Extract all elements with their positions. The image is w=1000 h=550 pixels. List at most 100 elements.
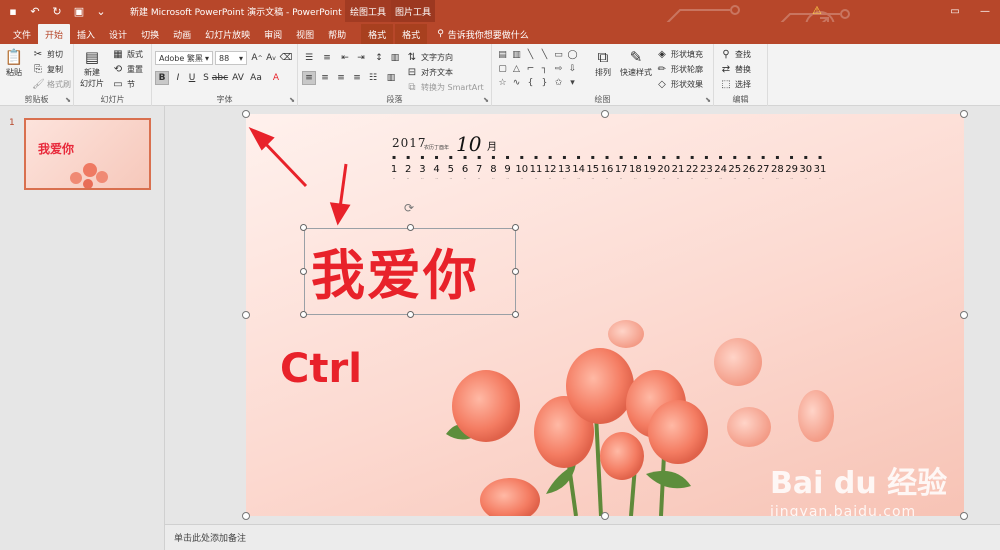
italic-icon[interactable]: I <box>171 71 185 85</box>
quick-styles-button[interactable]: ✎ 快速样式 <box>620 47 652 78</box>
underline-icon[interactable]: U <box>185 71 199 85</box>
rotate-handle-icon[interactable]: ⟳ <box>404 201 414 215</box>
paragraph-launcher-icon[interactable]: ⬊ <box>483 96 489 104</box>
arrange-button[interactable]: ⧉ 排列 <box>592 47 614 78</box>
tab-drawing-format[interactable]: 格式 <box>361 24 394 44</box>
distributed-icon[interactable]: ☷ <box>366 71 380 85</box>
shrink-font-icon[interactable]: Av <box>264 51 278 65</box>
tab-picture-format[interactable]: 格式 <box>395 24 428 44</box>
paste-button[interactable]: 📋 粘贴 <box>3 47 25 78</box>
clear-formatting-icon[interactable]: ⌫ <box>279 51 293 65</box>
textbox-handle[interactable] <box>512 311 519 318</box>
more-shapes-icon[interactable]: ▾ <box>566 76 579 89</box>
brace-shape-icon[interactable]: { <box>524 76 537 89</box>
format-painter-button[interactable]: 🖌 格式刷 <box>32 77 71 91</box>
increase-indent-icon[interactable]: ⇥ <box>354 51 368 65</box>
star-shape-icon[interactable]: ☆ <box>496 76 509 89</box>
picture-handle[interactable] <box>960 110 968 118</box>
slide-thumbnail-1[interactable]: 我爱你 <box>24 118 151 190</box>
tab-view[interactable]: 视图 <box>289 24 321 44</box>
font-name-combo[interactable]: Adobe 繁黑 ▾ <box>155 51 213 65</box>
align-center-icon[interactable]: ≡ <box>318 71 332 85</box>
para-columns-icon[interactable]: ▥ <box>384 71 398 85</box>
selected-textbox[interactable]: 我爱你 <box>304 228 516 315</box>
line-spacing-icon[interactable]: ↕ <box>372 51 386 65</box>
tab-design[interactable]: 设计 <box>102 24 134 44</box>
curve-shape-icon[interactable]: ∿ <box>510 76 523 89</box>
tell-me-box[interactable]: ⚲ 告诉我你想要做什么 <box>437 24 529 44</box>
picture-handle[interactable] <box>601 110 609 118</box>
font-color-icon[interactable]: A <box>269 71 283 85</box>
textbox-handle[interactable] <box>407 224 414 231</box>
copy-button[interactable]: ⎘ 复制 <box>32 62 63 76</box>
line-shape-icon[interactable]: ╲ <box>524 48 537 61</box>
slide-title-text[interactable]: 我爱你 <box>311 231 479 310</box>
bold-icon[interactable]: B <box>155 71 169 85</box>
shape-outline-button[interactable]: ✏ 形状轮廓 <box>656 62 703 76</box>
shapes-gallery[interactable]: ▤ ▥ ╲ ╲ ▭ ◯ ▢ △ ⌐ ┐ ⇨ ⇩ ☆ ∿ { } ✩ ▾ <box>496 48 578 88</box>
picture-handle[interactable] <box>960 512 968 520</box>
decrease-indent-icon[interactable]: ⇤ <box>338 51 352 65</box>
textbox-handle[interactable] <box>512 224 519 231</box>
reset-button[interactable]: ⟲ 重置 <box>112 62 143 76</box>
font-launcher-icon[interactable]: ⬊ <box>289 96 295 104</box>
brace2-shape-icon[interactable]: } <box>538 76 551 89</box>
tab-insert[interactable]: 插入 <box>70 24 102 44</box>
align-right-icon[interactable]: ≡ <box>334 71 348 85</box>
justify-icon[interactable]: ≡ <box>350 71 364 85</box>
shape-fill-button[interactable]: ◈ 形状填充 <box>656 47 703 61</box>
shape-effects-button[interactable]: ◇ 形状效果 <box>656 77 703 91</box>
picture-handle[interactable] <box>960 311 968 319</box>
select-button[interactable]: ⬚ 选择 <box>720 77 751 91</box>
bullets-icon[interactable]: ☰ <box>302 51 316 65</box>
line2-shape-icon[interactable]: ╲ <box>538 48 551 61</box>
shadow-icon[interactable]: S <box>199 71 213 85</box>
rounded-rect-shape-icon[interactable]: ▢ <box>496 62 509 75</box>
change-case-icon[interactable]: Aa <box>249 71 263 85</box>
save-icon[interactable]: ▪ <box>6 4 20 18</box>
picture-handle[interactable] <box>601 512 609 520</box>
picture-handle[interactable] <box>242 311 250 319</box>
minimize-icon[interactable]: — <box>970 0 1000 22</box>
replace-button[interactable]: ⇄ 替换 <box>720 62 751 76</box>
numbering-icon[interactable]: ≡ <box>320 51 334 65</box>
tab-transitions[interactable]: 切换 <box>134 24 166 44</box>
triangle-shape-icon[interactable]: △ <box>510 62 523 75</box>
character-spacing-icon[interactable]: AV <box>231 71 245 85</box>
convert-smartart-button[interactable]: ⧉ 转换为 SmartArt <box>406 80 483 94</box>
tab-review[interactable]: 审阅 <box>257 24 289 44</box>
tab-help[interactable]: 帮助 <box>321 24 353 44</box>
cut-button[interactable]: ✂ 剪切 <box>32 47 63 61</box>
rect-shape-icon[interactable]: ▭ <box>552 48 565 61</box>
find-button[interactable]: ⚲ 查找 <box>720 47 751 61</box>
right-arrow-shape-icon[interactable]: ⇨ <box>552 62 565 75</box>
tab-slide-show[interactable]: 幻灯片放映 <box>198 24 257 44</box>
start-from-beginning-icon[interactable]: ▣ <box>72 4 86 18</box>
corner-shape-icon[interactable]: ┐ <box>538 62 551 75</box>
text-direction-button[interactable]: ⇅ 文字方向 <box>406 50 453 64</box>
vtextbox-shape-icon[interactable]: ▥ <box>510 48 523 61</box>
tab-home[interactable]: 开始 <box>38 24 71 44</box>
slide-canvas[interactable]: 2017 农历丁酉年 10 月 ▪ 1 ·· ▪ 2 ·· ▪ 3 ·· ▪ 4 ·· ▪ 5 ·· ▪ 6 ··… <box>246 114 964 516</box>
textbox-handle[interactable] <box>300 224 307 231</box>
layout-button[interactable]: ▦ 版式 <box>112 47 143 61</box>
textbox-shape-icon[interactable]: ▤ <box>496 48 509 61</box>
align-text-button[interactable]: ⊟ 对齐文本 <box>406 65 453 79</box>
new-slide-button[interactable]: ▤ 新建 幻灯片 <box>80 47 104 89</box>
redo-icon[interactable]: ↻ <box>50 4 64 18</box>
align-left-icon[interactable]: ≡ <box>302 71 316 85</box>
tab-animations[interactable]: 动画 <box>166 24 198 44</box>
picture-handle[interactable] <box>242 512 250 520</box>
notes-pane[interactable]: 单击此处添加备注 <box>165 524 1000 550</box>
font-size-combo[interactable]: 88 ▾ <box>215 51 247 65</box>
oval-shape-icon[interactable]: ◯ <box>566 48 579 61</box>
columns-icon[interactable]: ▥ <box>388 51 402 65</box>
ribbon-display-options-icon[interactable]: ▭ <box>940 0 970 22</box>
tab-file[interactable]: 文件 <box>6 24 38 44</box>
textbox-handle[interactable] <box>512 268 519 275</box>
section-button[interactable]: ▭ 节 <box>112 77 135 91</box>
clipboard-launcher-icon[interactable]: ⬊ <box>65 96 71 104</box>
elbow-shape-icon[interactable]: ⌐ <box>524 62 537 75</box>
star2-shape-icon[interactable]: ✩ <box>552 76 565 89</box>
picture-handle[interactable] <box>242 110 250 118</box>
